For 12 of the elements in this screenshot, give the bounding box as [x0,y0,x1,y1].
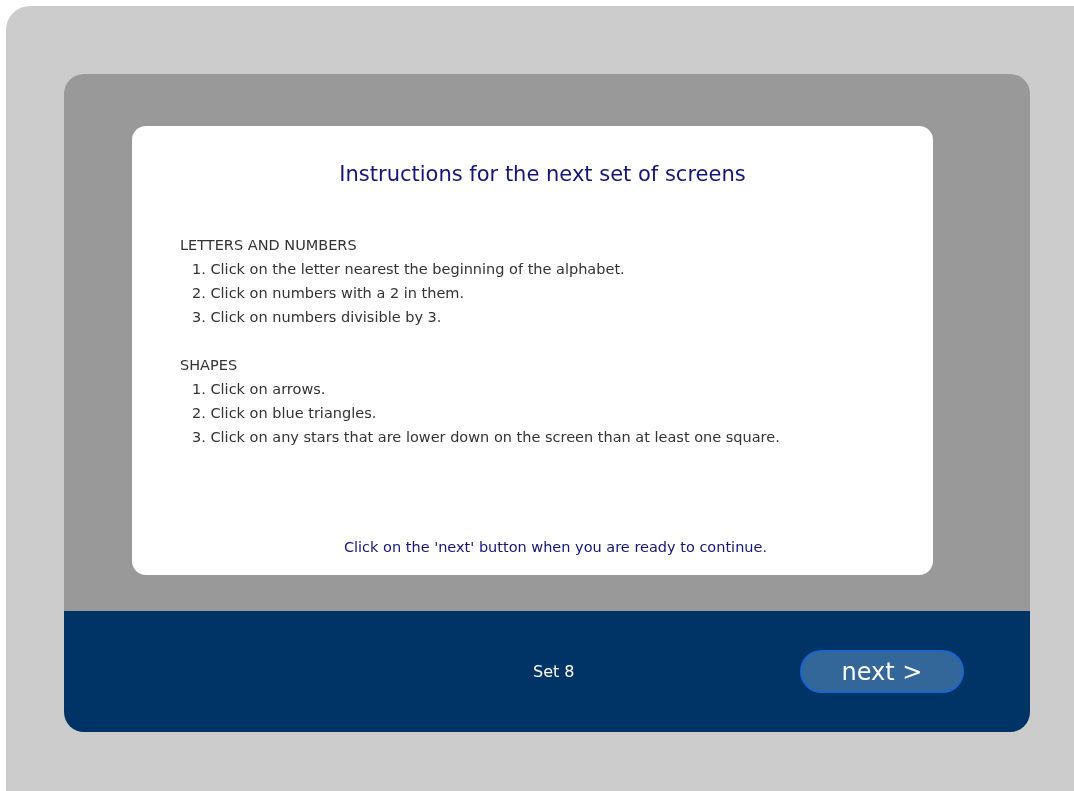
instructions-title: Instructions for the next set of screens [338,161,747,188]
next-button[interactable]: next > [800,650,964,693]
instruction-item: 1. Click on arrows. [191,379,327,399]
section-heading: SHAPES [180,355,239,375]
instruction-item: 3. Click on numbers divisible by 3. [191,307,443,327]
section-heading: LETTERS AND NUMBERS [180,235,358,255]
instruction-item: 3. Click on any stars that are lower down on the screen than at least one square. [191,427,781,447]
instruction-item: 2. Click on numbers with a 2 in them. [191,283,466,303]
instruction-item: 1. Click on the letter nearest the beginning of the alphabet. [191,259,626,279]
instruction-item: 2. Click on blue triangles. [191,403,378,423]
continue-hint: Click on the 'next' button when you are ready to continue. [342,538,769,558]
set-label: Set 8 [533,660,576,683]
